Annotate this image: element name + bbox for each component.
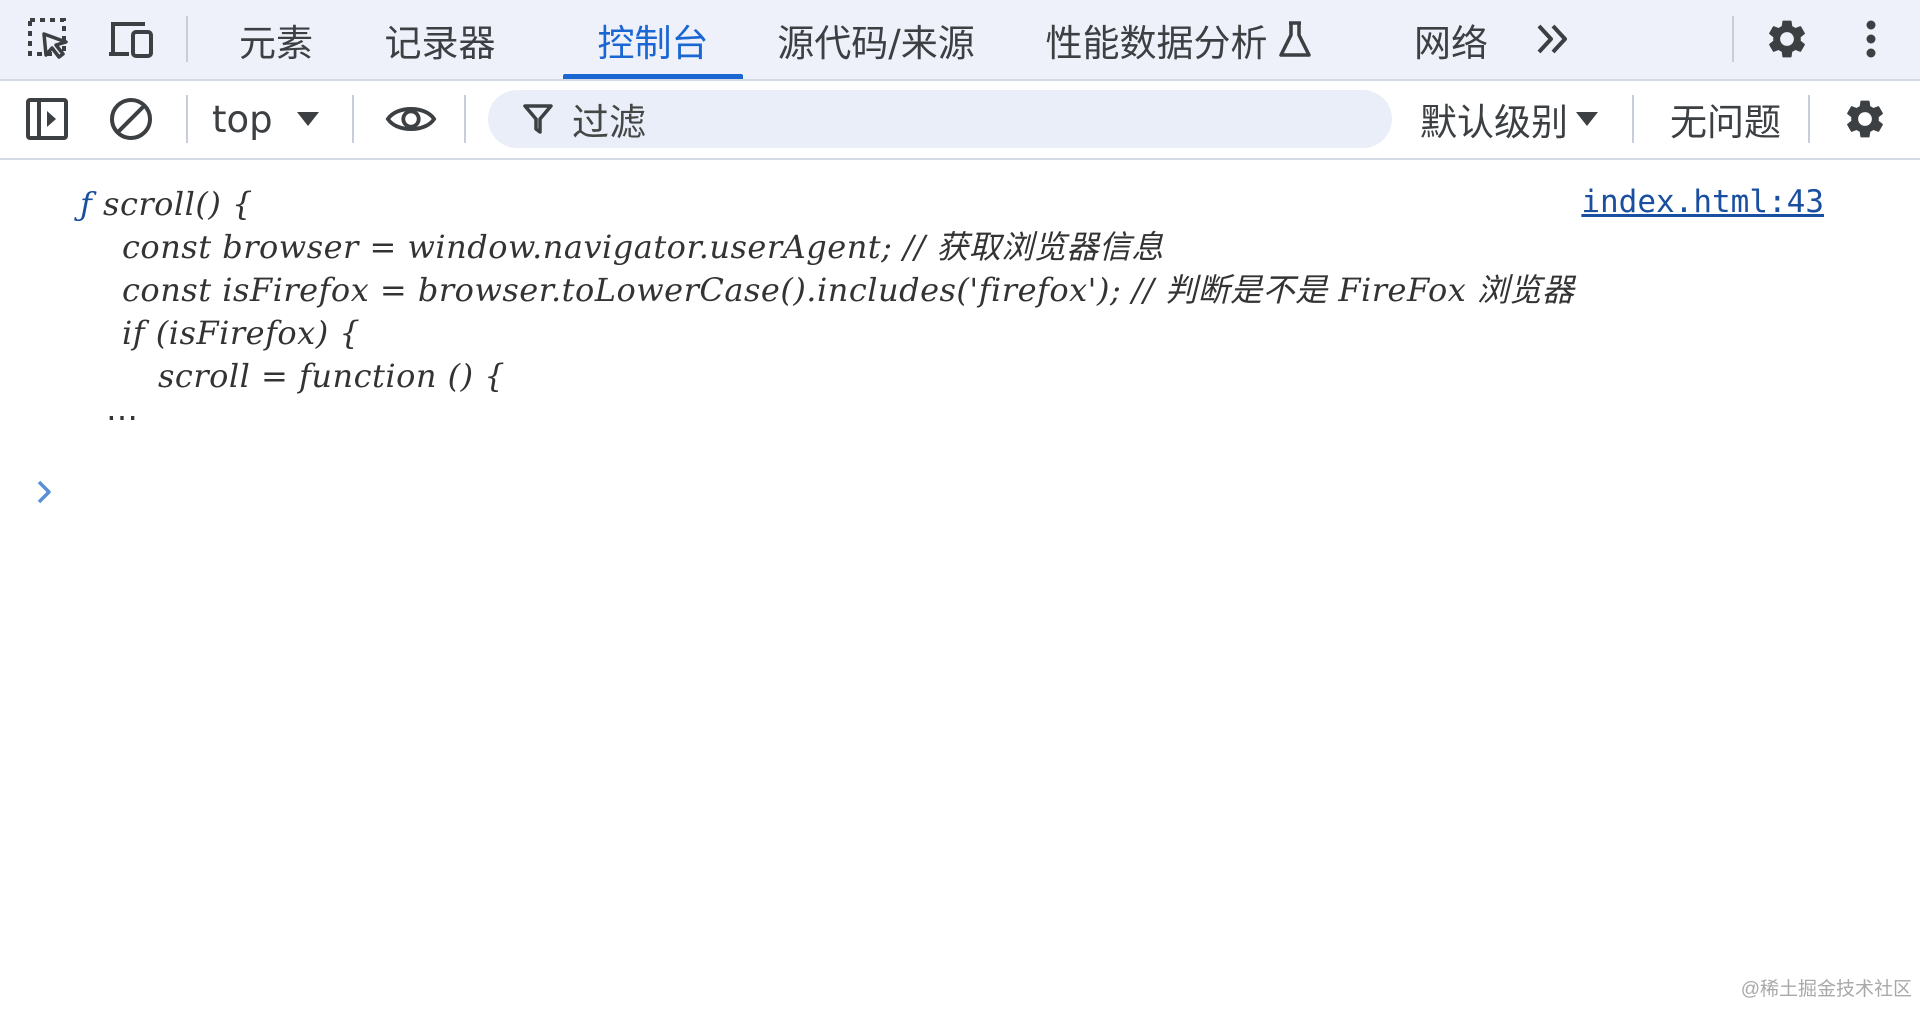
toolbar-divider [1808,95,1810,143]
filter-placeholder: 过滤 [572,101,646,144]
issues-button[interactable]: 无问题 [1670,93,1781,145]
sidebar-toggle-icon[interactable] [22,94,72,144]
toolbar-divider [186,16,188,62]
expand-ellipsis[interactable]: … [106,390,139,428]
flask-icon [1270,14,1320,64]
element-picker-icon[interactable] [24,14,74,64]
toolbar-divider [186,95,188,143]
tab-elements[interactable]: 元素 [236,0,316,79]
tab-console[interactable]: 控制台 [563,0,743,79]
eye-icon[interactable] [385,94,437,144]
kebab-menu-icon[interactable] [1846,14,1896,64]
device-toolbar-icon[interactable] [106,14,156,64]
toolbar-divider [464,95,466,143]
function-symbol: ƒ [80,185,93,223]
code-line: if (isFirefox) { [122,314,361,352]
context-selector[interactable]: top [212,93,319,145]
chevron-down-icon [296,112,319,126]
tab-recorder[interactable]: 记录器 [384,0,496,79]
filter-icon [518,99,558,139]
source-location-link[interactable]: index.html:43 [1581,184,1824,220]
filter-input[interactable]: 过滤 [488,90,1392,148]
code-line: scroll = function () { [158,357,506,395]
more-tabs-icon[interactable] [1528,14,1578,64]
toolbar-divider [1732,16,1734,62]
console-toolbar: top 过滤 默认级别 无问题 [0,81,1920,160]
code-line: const browser = window.navigator.userAge… [122,228,1164,266]
toolbar-divider [1632,95,1634,143]
active-tab-indicator [563,74,743,79]
tab-sources[interactable]: 源代码/来源 [776,0,976,79]
chevron-down-icon [1576,112,1598,126]
toolbar-divider [352,95,354,143]
tab-performance[interactable]: 性能数据分析 [1044,0,1269,79]
devtools-tab-bar: 元素 记录器 控制台 源代码/来源 性能数据分析 网络 [0,0,1920,81]
log-levels-dropdown[interactable]: 默认级别 [1420,93,1598,145]
code-line: scroll() { [103,185,253,223]
console-prompt-chevron-icon[interactable] [32,472,56,512]
console-output: ƒ scroll() { const browser = window.navi… [0,160,1920,1009]
tab-network[interactable]: 网络 [1412,0,1490,79]
function-preview-line: ƒ scroll() { [80,184,253,224]
context-value: top [212,97,273,141]
console-settings-icon[interactable] [1840,94,1890,144]
clear-console-icon[interactable] [106,94,156,144]
code-line: const isFirefox = browser.toLowerCase().… [122,271,1575,309]
log-levels-label: 默认级别 [1420,101,1568,144]
watermark: @稀土掘金技术社区 [1740,979,1912,1000]
settings-gear-icon[interactable] [1762,14,1812,64]
